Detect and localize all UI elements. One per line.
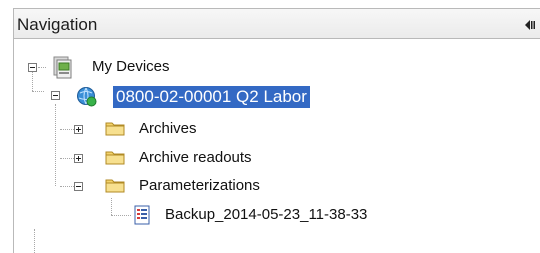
tree-connector bbox=[32, 71, 33, 91]
tree-node-backup[interactable]: Backup_2014-05-23_11-38-33 bbox=[165, 206, 367, 224]
tree-connector bbox=[38, 67, 46, 68]
expand-toggle-my-devices[interactable] bbox=[28, 63, 37, 72]
tree-node-parameterizations[interactable]: Parameterizations bbox=[139, 177, 260, 195]
expand-toggle-archives[interactable] bbox=[74, 125, 83, 134]
tree-node-archives[interactable]: Archives bbox=[139, 120, 197, 138]
folder-icon bbox=[105, 149, 125, 170]
navigation-panel: Navigation My Devices 0800-02-00001 Q2 L… bbox=[0, 0, 540, 253]
tree-connector bbox=[111, 215, 131, 216]
tree-node-my-devices[interactable]: My Devices bbox=[92, 58, 170, 76]
tree-node-device[interactable]: 0800-02-00001 Q2 Labor bbox=[113, 86, 310, 108]
expand-toggle-device[interactable] bbox=[51, 91, 60, 100]
folder-icon bbox=[105, 177, 125, 198]
tree-connector bbox=[55, 104, 56, 186]
folder-icon bbox=[105, 120, 125, 141]
tree-connector bbox=[32, 91, 44, 92]
device-globe-icon bbox=[76, 86, 98, 113]
tree-node-archive-readouts[interactable]: Archive readouts bbox=[139, 149, 252, 167]
devices-icon bbox=[50, 55, 76, 84]
tree-connector bbox=[34, 229, 35, 253]
device-tree: My Devices 0800-02-00001 Q2 Labor Archiv… bbox=[0, 0, 540, 253]
expand-toggle-parameterizations[interactable] bbox=[74, 182, 83, 191]
document-icon bbox=[133, 205, 151, 230]
expand-toggle-archive-readouts[interactable] bbox=[74, 154, 83, 163]
tree-connector bbox=[111, 198, 112, 215]
